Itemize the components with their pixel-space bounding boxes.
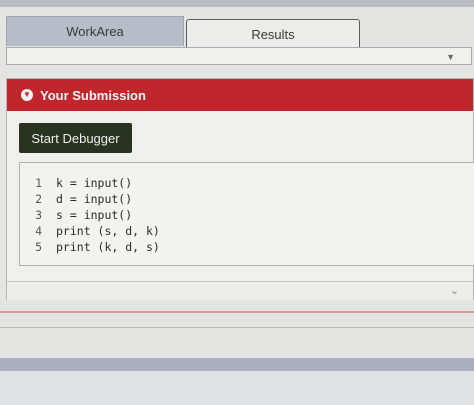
code-line: 2 d = input() — [20, 191, 474, 207]
code-text: s = input() — [56, 208, 133, 222]
line-number: 4 — [35, 224, 42, 238]
chevron-down-icon[interactable]: ▼ — [446, 52, 455, 62]
code-text: print (k, d, s) — [56, 240, 160, 254]
page-band — [0, 371, 474, 405]
divider — [0, 311, 474, 313]
line-number: 3 — [35, 208, 42, 222]
tab-results-label: Results — [251, 26, 295, 42]
tab-workarea-label: WorkArea — [66, 24, 124, 39]
top-strip — [0, 0, 474, 7]
double-chevron-down-icon[interactable]: ⌄ — [450, 284, 459, 297]
line-number: 1 — [35, 176, 42, 190]
code-text: print (s, d, k) — [56, 224, 160, 238]
code-line: 3 s = input() — [20, 207, 474, 223]
results-dropdown[interactable]: ▼ — [6, 47, 472, 65]
tab-workarea[interactable]: WorkArea — [6, 16, 184, 46]
page-band — [0, 358, 474, 371]
code-text: k = input() — [56, 176, 133, 190]
tab-results[interactable]: Results — [186, 19, 360, 48]
panel-footer: ⌄ — [7, 281, 473, 300]
code-line: 4 print (s, d, k) — [20, 223, 474, 239]
submission-panel: ▼ Your Submission Start Debugger 1 k = i… — [6, 78, 474, 300]
panel-title: Your Submission — [40, 87, 146, 103]
start-debugger-button[interactable]: Start Debugger — [19, 123, 132, 153]
divider — [0, 327, 474, 328]
line-number: 2 — [35, 192, 42, 206]
code-line: 5 print (k, d, s) — [20, 239, 474, 255]
line-number: 5 — [35, 240, 42, 254]
chevron-circle-down-icon[interactable]: ▼ — [21, 89, 33, 101]
code-line: 1 k = input() — [20, 175, 474, 191]
code-viewer: 1 k = input() 2 d = input() 3 s = input(… — [19, 162, 474, 266]
submission-header[interactable]: ▼ Your Submission — [7, 79, 473, 111]
code-text: d = input() — [56, 192, 133, 206]
